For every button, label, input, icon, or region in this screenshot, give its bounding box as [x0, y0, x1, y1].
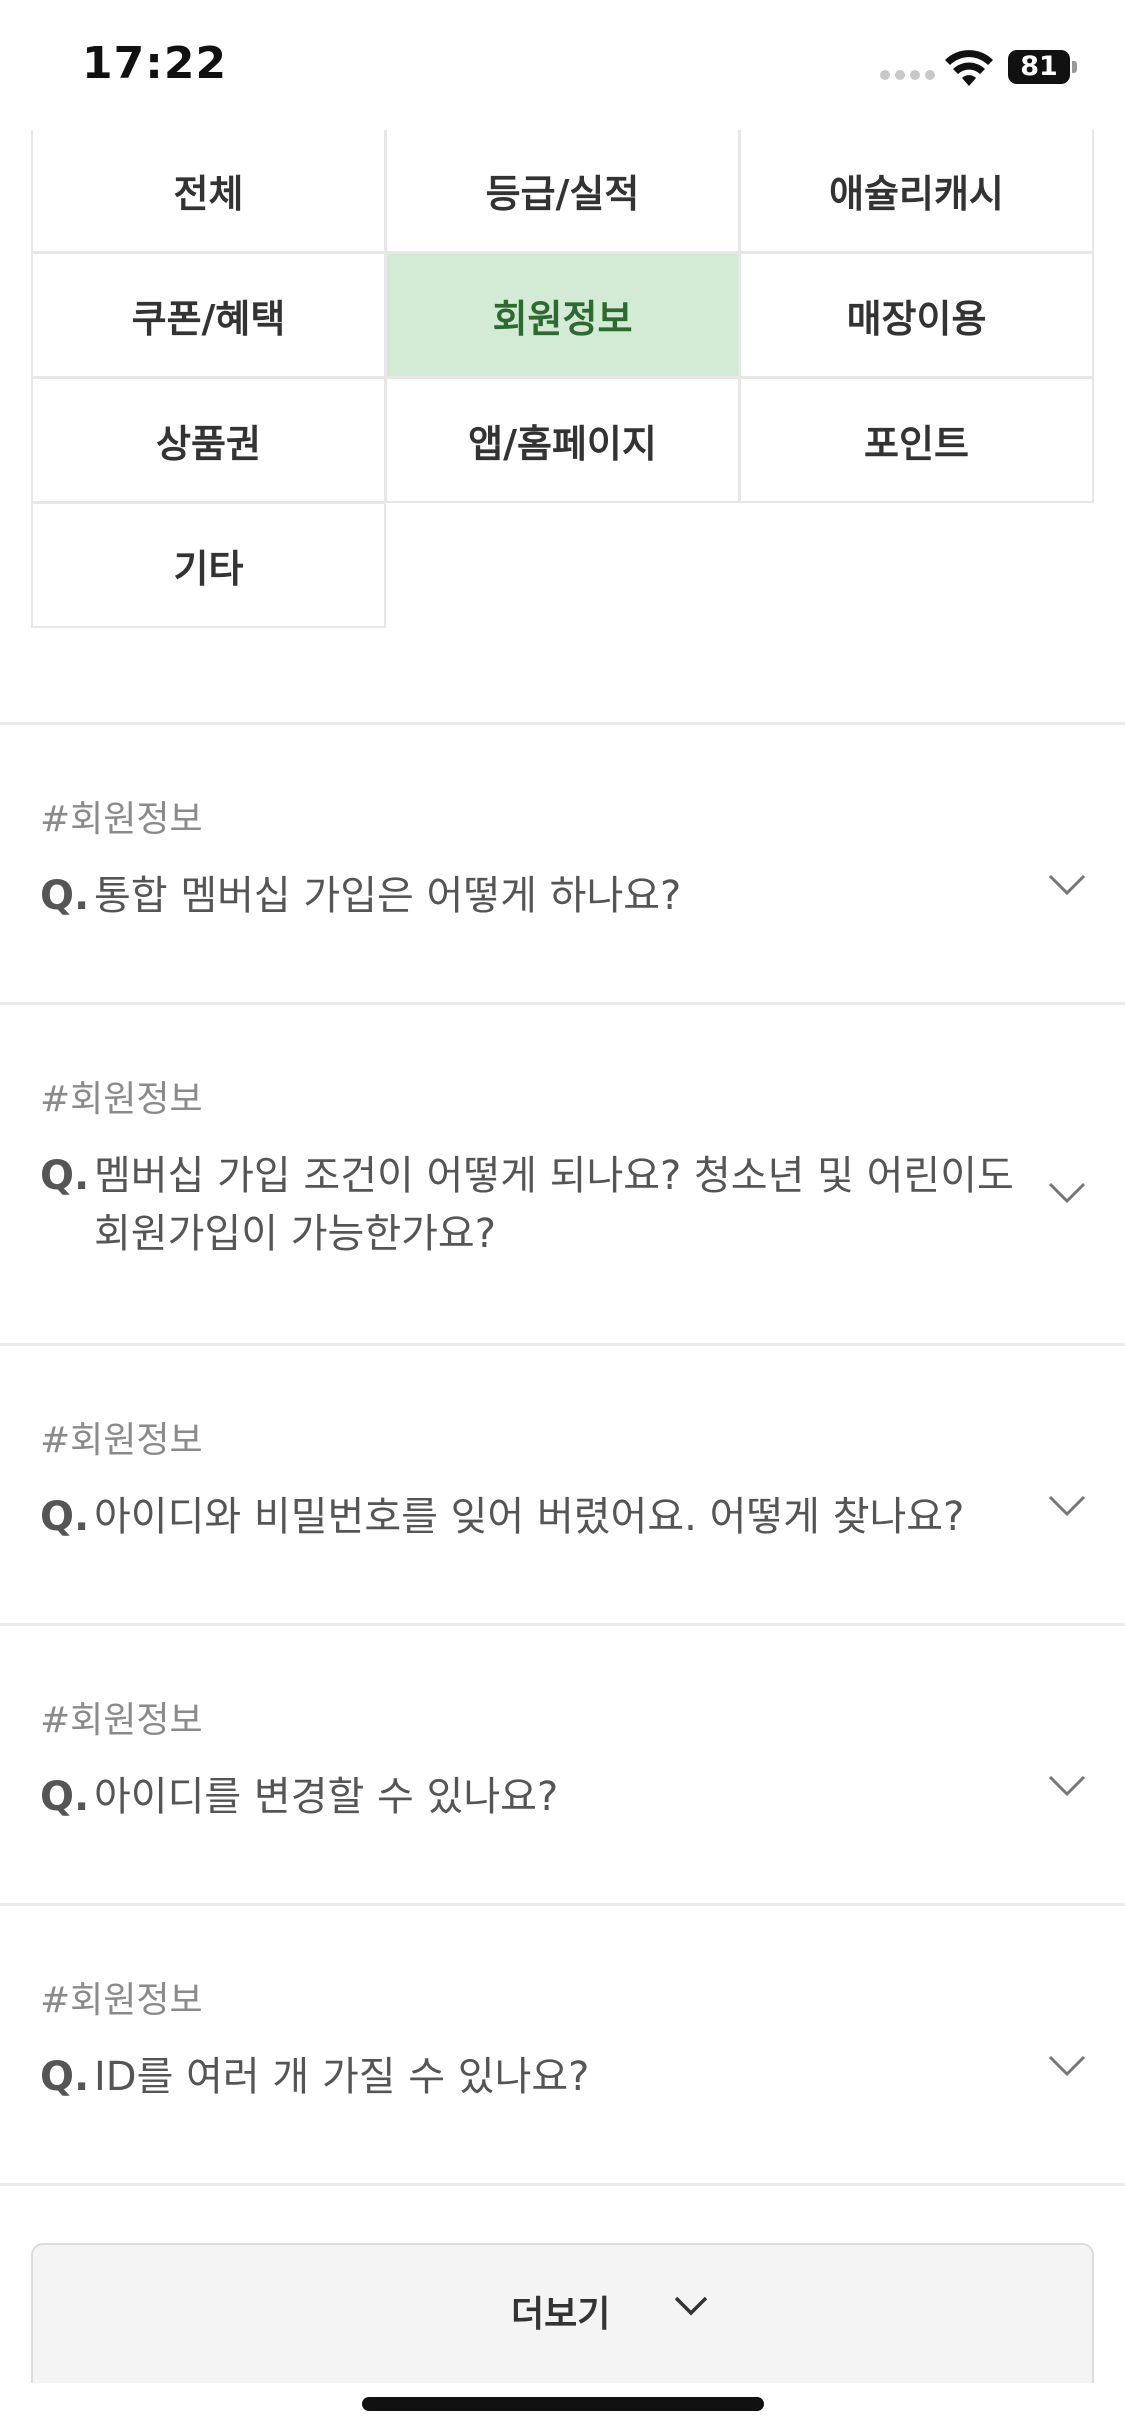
category-store[interactable]: 매장이용	[739, 252, 1094, 378]
faq-tag: #회원정보	[40, 799, 203, 840]
faq-item[interactable]: #회원정보 Q. 멤버십 가입 조건이 어떻게 되나요? 청소년 및 어린이도 …	[0, 1002, 1125, 1343]
status-bar: 17:22 81	[0, 0, 1125, 130]
more-button-label: 더보기	[511, 2294, 611, 2335]
category-all[interactable]: 전체	[31, 127, 386, 253]
category-label: 등급/실적	[485, 171, 640, 216]
question-mark-label: Q.	[40, 1774, 90, 1820]
faq-item[interactable]: #회원정보 Q. 아이디를 변경할 수 있나요?	[0, 1623, 1125, 1903]
question-mark-label: Q.	[40, 873, 90, 919]
question-mark-label: Q.	[40, 2054, 90, 2100]
status-time: 17:22	[82, 38, 228, 89]
faq-item[interactable]: #회원정보 Q. 아이디와 비밀번호를 잊어 버렸어요. 어떻게 찾나요?	[0, 1343, 1125, 1623]
faq-tag: #회원정보	[40, 1420, 203, 1461]
category-point[interactable]: 포인트	[739, 377, 1094, 503]
category-label: 쿠폰/혜택	[131, 296, 286, 341]
faq-item[interactable]: #회원정보 Q. ID를 여러 개 가질 수 있나요?	[0, 1903, 1125, 2183]
chevron-down-icon[interactable]	[1047, 873, 1087, 897]
category-label: 포인트	[864, 421, 969, 466]
category-coupon[interactable]: 쿠폰/혜택	[31, 252, 386, 378]
question-text: 통합 멤버십 가입은 어떻게 하나요?	[94, 873, 682, 919]
question-mark-label: Q.	[40, 1153, 90, 1199]
category-label: 상품권	[156, 421, 261, 466]
cellular-signal-icon	[880, 70, 936, 82]
question-text: 아이디를 변경할 수 있나요?	[94, 1774, 559, 1820]
category-label: 애슐리캐시	[829, 171, 1004, 216]
category-gift-card[interactable]: 상품권	[31, 377, 386, 503]
category-grade[interactable]: 등급/실적	[385, 127, 740, 253]
question-text: 멤버십 가입 조건이 어떻게 되나요? 청소년 및 어린이도 회원가입이 가능한…	[94, 1153, 1014, 1257]
faq-question: Q. ID를 여러 개 가질 수 있나요?	[40, 2048, 1020, 2106]
chevron-down-icon	[674, 2296, 708, 2316]
wifi-icon	[945, 50, 993, 86]
category-app-web[interactable]: 앱/홈페이지	[385, 377, 740, 503]
faq-question: Q. 아이디를 변경할 수 있나요?	[40, 1768, 1020, 1826]
faq-tag: #회원정보	[40, 1980, 203, 2021]
faq-item[interactable]: #회원정보 Q. 통합 멤버십 가입은 어떻게 하나요?	[0, 722, 1125, 1002]
category-label: 전체	[173, 171, 244, 216]
divider	[0, 2183, 1125, 2186]
category-label: 매장이용	[846, 296, 987, 341]
category-ashley-cash[interactable]: 애슐리캐시	[739, 127, 1094, 253]
more-button[interactable]: 더보기	[31, 2243, 1094, 2383]
category-label: 회원정보	[492, 296, 633, 341]
faq-question: Q. 아이디와 비밀번호를 잊어 버렸어요. 어떻게 찾나요?	[40, 1488, 1020, 1546]
category-label: 앱/홈페이지	[468, 421, 657, 466]
chevron-down-icon[interactable]	[1047, 1494, 1087, 1518]
question-text: ID를 여러 개 가질 수 있나요?	[94, 2054, 590, 2100]
faq-tag: #회원정보	[40, 1079, 203, 1120]
question-text: 아이디와 비밀번호를 잊어 버렸어요. 어떻게 찾나요?	[94, 1494, 965, 1540]
chevron-down-icon[interactable]	[1047, 2054, 1087, 2078]
faq-tag: #회원정보	[40, 1700, 203, 1741]
home-indicator[interactable]	[362, 2397, 764, 2411]
category-label: 기타	[173, 546, 244, 591]
faq-question: Q. 통합 멤버십 가입은 어떻게 하나요?	[40, 867, 1020, 925]
chevron-down-icon[interactable]	[1047, 1774, 1087, 1798]
category-etc[interactable]: 기타	[31, 502, 386, 628]
category-member-info[interactable]: 회원정보	[385, 252, 740, 378]
faq-question: Q. 멤버십 가입 조건이 어떻게 되나요? 청소년 및 어린이도 회원가입이 …	[40, 1147, 1020, 1263]
battery-icon: 81	[1008, 50, 1078, 84]
battery-level: 81	[1020, 51, 1058, 82]
question-mark-label: Q.	[40, 1494, 90, 1540]
chevron-down-icon[interactable]	[1047, 1181, 1087, 1205]
